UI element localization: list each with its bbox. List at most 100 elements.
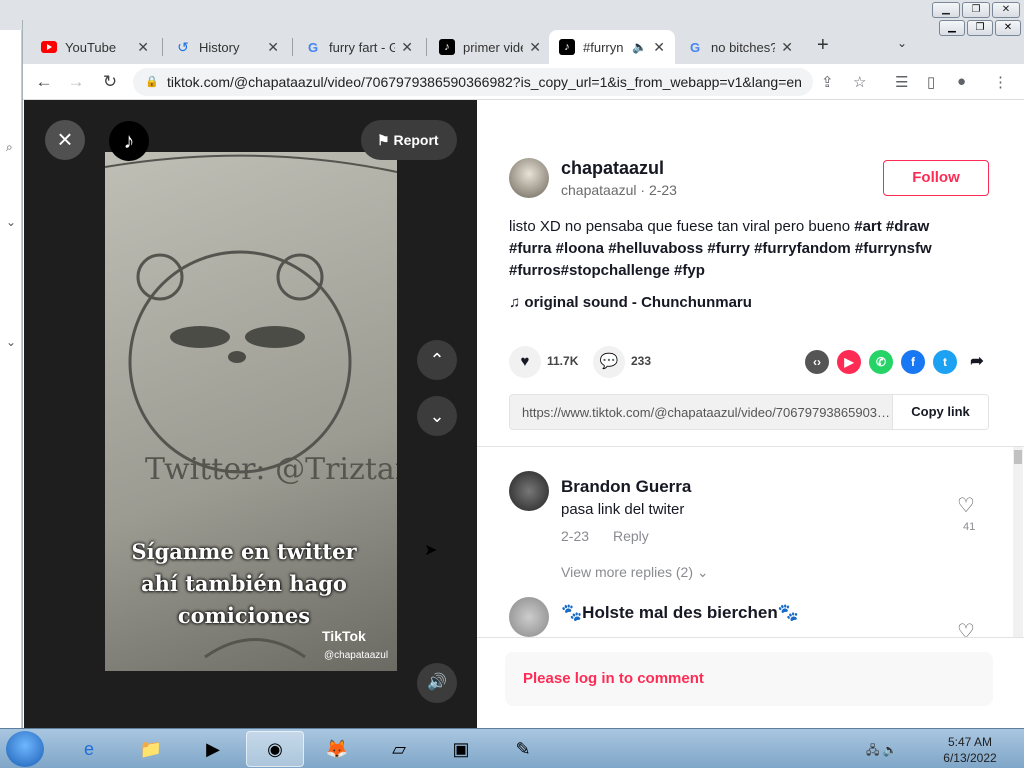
comment-like-heart-icon[interactable]: ♡ [957, 619, 975, 637]
close-icon[interactable]: ✕ [995, 20, 1021, 36]
tab-close-icon[interactable]: ✕ [781, 39, 793, 56]
network-icon[interactable]: 🖧 [866, 743, 879, 757]
restore-icon[interactable]: ❐ [962, 2, 990, 18]
comment-count: 233 [631, 354, 652, 368]
volume-button[interactable]: 🔊 [417, 663, 457, 703]
tab-close-icon[interactable]: ✕ [653, 39, 665, 56]
start-button[interactable] [6, 731, 44, 767]
commenter-avatar[interactable] [509, 597, 549, 637]
background-search-icon: ⌕ [6, 140, 13, 154]
share-icon[interactable]: ⇪ [821, 73, 834, 91]
previous-video-button[interactable]: ⌃ [417, 340, 457, 380]
background-window-controls: ▁ ❐ ✕ [932, 2, 1020, 18]
commenter-name[interactable]: 🐾Holste mal des bierchen🐾 [561, 603, 799, 623]
music-link[interactable]: ♫ original sound - Chunchunmaru [509, 294, 752, 311]
side-panel-icon[interactable]: ▯ [927, 73, 935, 91]
comment-like-heart-icon[interactable]: ♡ [957, 493, 975, 518]
tab-strip: YouTube ✕ ↺ History ✕ G furry fart - Go … [23, 20, 1024, 64]
photo-viewer-icon[interactable]: ▣ [432, 731, 490, 767]
view-more-replies[interactable]: View more replies (2) ⌄ [561, 564, 709, 581]
report-button[interactable]: ⚑ Report [361, 120, 457, 160]
tiktok-page: Twitter: @Triztanpata2 × ♪ ⚑ Report ⌃ ⌄ … [24, 100, 1024, 728]
system-tray[interactable]: 🖧 🔈 [866, 741, 898, 762]
facebook-icon[interactable]: f [901, 350, 925, 374]
hashtags[interactable]: #art #draw [854, 218, 929, 235]
address-bar[interactable]: tiktok.com/@chapataazul/video/7067979386… [133, 68, 813, 96]
hashtags[interactable]: #furra #loona #helluvaboss #furry #furry… [509, 240, 932, 257]
sticky-notes-icon[interactable]: ▱ [370, 731, 428, 767]
windows-taskbar: e 📁 ▶ ◉ 🦊 ▱ ▣ ✎ 🖧 🔈 5:47 AM 6/13/2022 [0, 728, 1024, 768]
bookmark-star-icon[interactable]: ☆ [853, 73, 866, 91]
file-explorer-icon[interactable]: 📁 [122, 731, 180, 767]
back-button[interactable]: ← [33, 71, 55, 93]
twitter-icon[interactable]: t [933, 350, 957, 374]
media-player-icon[interactable]: ▶ [184, 731, 242, 767]
tab-separator [162, 38, 163, 56]
tab-close-icon[interactable]: ✕ [137, 39, 149, 56]
comments-scrollbar[interactable] [1013, 447, 1023, 637]
audio-playing-icon[interactable]: 🔈 [632, 40, 647, 54]
new-tab-button[interactable]: + [817, 34, 829, 57]
minimize-icon[interactable]: ▁ [932, 2, 960, 18]
clock-time[interactable]: 5:47 AM [930, 735, 1010, 749]
forward-button[interactable]: → [65, 71, 87, 93]
comment-bubble-icon[interactable]: 💬 [593, 346, 625, 378]
minimize-icon[interactable]: ▁ [939, 20, 965, 36]
sketch-handle-text: Twitter: @Triztanpata2 [145, 452, 397, 487]
follow-button[interactable]: Follow [883, 160, 989, 196]
tab-tiktok-active[interactable]: ♪ #furryn 🔈 ✕ [549, 30, 675, 64]
copy-link-button[interactable]: Copy link [892, 395, 988, 429]
send-icon[interactable]: ▶ [837, 350, 861, 374]
url-text: tiktok.com/@chapataazul/video/7067979386… [167, 74, 802, 90]
author-meta: chapataazul · 2-23 [561, 182, 677, 198]
reading-list-icon[interactable]: ☰ [895, 73, 908, 91]
like-heart-icon[interactable]: ♥ [509, 346, 541, 378]
video-info-panel: chapataazul chapataazul · 2-23 Follow li… [477, 100, 1024, 728]
video-player: Twitter: @Triztanpata2 × ♪ ⚑ Report ⌃ ⌄ … [24, 100, 477, 728]
reload-button[interactable]: ↻ [99, 71, 121, 93]
hashtags[interactable]: #furros#stopchallenge #fyp [509, 262, 705, 279]
comment-login-area: Please log in to comment [477, 637, 1024, 728]
reply-button[interactable]: Reply [613, 528, 649, 544]
menu-kebab-icon[interactable]: ⋮ [993, 73, 1008, 91]
tiktok-logo-icon[interactable]: ♪ [109, 121, 149, 161]
login-to-comment-link[interactable]: Please log in to comment [505, 652, 993, 706]
whatsapp-icon[interactable]: ✆ [869, 350, 893, 374]
youtube-icon [41, 39, 57, 55]
share-arrow-icon[interactable]: ➦ [965, 350, 989, 374]
close-icon[interactable]: ✕ [992, 2, 1020, 18]
author-avatar[interactable] [509, 158, 549, 198]
tab-google-search[interactable]: G furry fart - Go ✕ [295, 30, 423, 64]
tab-title: YouTube [65, 39, 117, 55]
flag-icon: ⚑ [377, 132, 394, 148]
tab-title: #furryn [583, 39, 624, 55]
lock-icon[interactable]: 🔒 [145, 75, 159, 88]
embed-icon[interactable]: ‹› [805, 350, 829, 374]
tab-close-icon[interactable]: ✕ [401, 39, 413, 56]
profile-icon[interactable]: ● [957, 73, 966, 90]
commenter-avatar[interactable] [509, 471, 549, 511]
tab-history[interactable]: ↺ History ✕ [165, 30, 289, 64]
comments-scroll-thumb[interactable] [1014, 450, 1022, 464]
google-icon: G [689, 39, 701, 55]
tab-close-icon[interactable]: ✕ [267, 39, 279, 56]
tiktok-icon: ♪ [439, 39, 455, 55]
tab-tiktok-primer[interactable]: ♪ primer vide ✕ [429, 30, 551, 64]
notepad-icon[interactable]: ✎ [494, 731, 552, 767]
firefox-icon[interactable]: 🦊 [308, 731, 366, 767]
tab-close-icon[interactable]: ✕ [529, 39, 541, 56]
share-link-text[interactable]: https://www.tiktok.com/@chapataazul/vide… [522, 405, 892, 420]
watermark-username: @chapataazul [324, 650, 389, 661]
chrome-taskbar-icon[interactable]: ◉ [246, 731, 304, 767]
clock-date[interactable]: 6/13/2022 [930, 751, 1010, 765]
commenter-name[interactable]: Brandon Guerra [561, 477, 691, 497]
tab-search-chevron-icon[interactable]: ⌄ [897, 36, 907, 50]
close-button[interactable]: × [45, 120, 85, 160]
author-name[interactable]: chapataazul [561, 158, 664, 179]
volume-tray-icon[interactable]: 🔈 [883, 743, 898, 757]
tab-youtube[interactable]: YouTube ✕ [31, 30, 159, 64]
internet-explorer-icon[interactable]: e [60, 731, 118, 767]
tab-google-nobitches[interactable]: G no bitches? ✕ [677, 30, 803, 64]
next-video-button[interactable]: ⌄ [417, 396, 457, 436]
restore-icon[interactable]: ❐ [967, 20, 993, 36]
